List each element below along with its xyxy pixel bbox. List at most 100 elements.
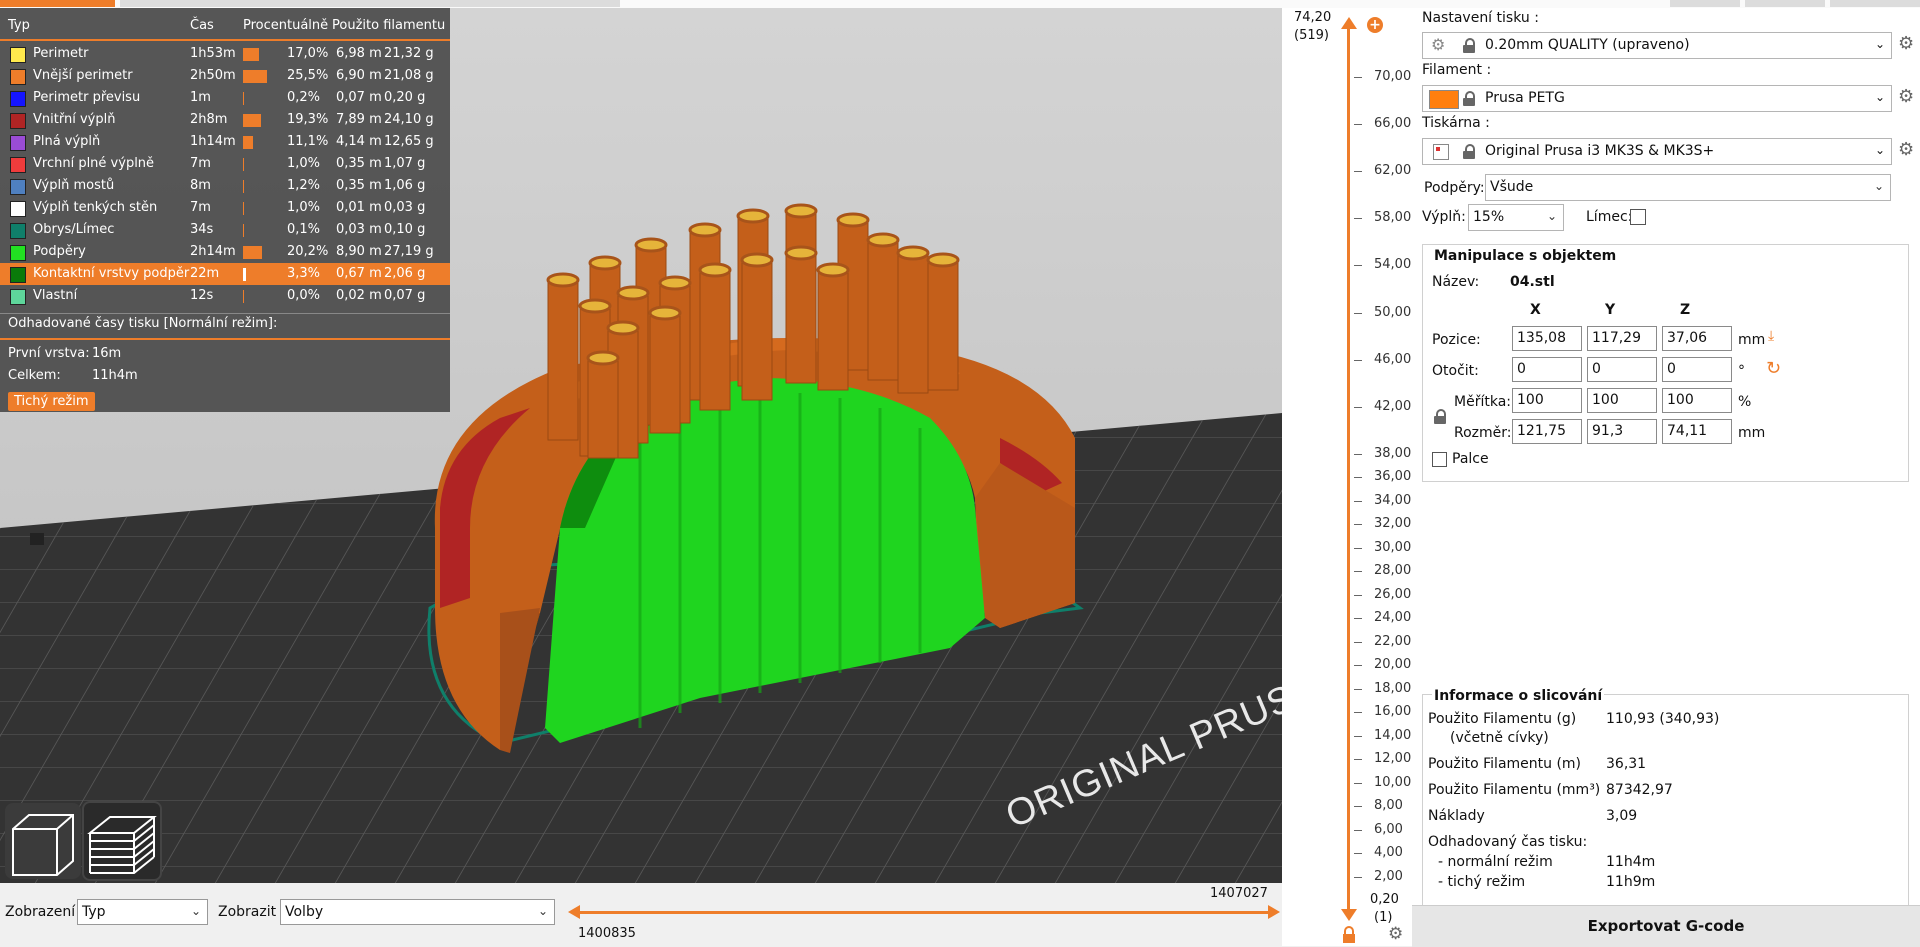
filament-gear-icon[interactable]: ⚙ (1898, 86, 1914, 107)
vslider-tick-label: 36,00 (1374, 469, 1412, 485)
legend-name: Perimetr (33, 46, 89, 61)
view-type-select[interactable]: Typ ⌄ (77, 899, 208, 925)
size-unit: mm (1738, 425, 1766, 441)
vslider-tick-mark (1354, 406, 1362, 408)
legend-row[interactable]: Vnější perimetr 2h50m 25,5% 6,90 m 21,08 g (0, 65, 450, 87)
legend-row[interactable]: Výplň mostů 8m 1,2% 0,35 m 1,06 g (0, 175, 450, 197)
legend-row[interactable]: Perimetr převisu 1m 0,2% 0,07 m 0,20 g (0, 87, 450, 109)
tab-right-3[interactable] (1830, 0, 1920, 7)
legend-name: Obrys/Límec (33, 222, 115, 237)
tab-right-2[interactable] (1745, 0, 1825, 7)
rotate-y-input[interactable]: 0 (1587, 357, 1657, 382)
scale-z-input[interactable]: 100 (1662, 388, 1732, 413)
position-x-input[interactable]: 135,08 (1512, 326, 1582, 351)
slider-right-handle[interactable] (1266, 904, 1282, 920)
first-layer-value: 16m (92, 346, 122, 361)
filament-color-swatch[interactable] (1429, 90, 1459, 109)
vslider-tick-mark (1354, 806, 1362, 808)
layer-view-button[interactable] (82, 801, 162, 881)
active-tab-indicator[interactable] (0, 0, 115, 7)
rotate-z-input[interactable]: 0 (1662, 357, 1732, 382)
sidebar-panel: Nastavení tisku : ⚙ 0.20mm QUALITY (upra… (1412, 8, 1920, 946)
legend-name: Výplň mostů (33, 178, 115, 193)
chevron-down-icon: ⌄ (1874, 37, 1885, 51)
scale-y-input[interactable]: 100 (1587, 388, 1657, 413)
legend-time: 1h53m (190, 46, 236, 61)
supports-select[interactable]: Všude ⌄ (1485, 174, 1891, 201)
legend-row[interactable]: Perimetr 1h53m 17,0% 6,98 m 21,32 g (0, 43, 450, 65)
vslider-track[interactable] (1347, 22, 1350, 917)
horizontal-slider-track[interactable] (576, 911, 1272, 914)
legend-row[interactable]: Podpěry 2h14m 20,2% 8,90 m 27,19 g (0, 241, 450, 263)
manipulation-title: Manipulace s objektem (1434, 248, 1617, 264)
legend-length: 0,01 m (336, 200, 382, 215)
legend-length: 7,89 m (336, 112, 382, 127)
filament-select[interactable]: Prusa PETG ⌄ (1422, 85, 1892, 112)
vslider-tick-label: 38,00 (1374, 445, 1412, 461)
bottom-toolbar: Zobrazení Typ ⌄ Zobrazit Volby ⌄ 1407027… (0, 883, 1282, 946)
reset-rotation-icon[interactable]: ↻ (1766, 358, 1781, 379)
tab-right-1[interactable] (1670, 0, 1740, 7)
slider-left-handle[interactable] (566, 904, 582, 920)
tab-preview[interactable] (120, 0, 620, 7)
add-color-change-icon[interactable]: + (1367, 17, 1383, 33)
vslider-tick-mark (1354, 688, 1362, 690)
legend-header-percent: Procentuálně (243, 18, 329, 33)
size-y-input[interactable]: 91,3 (1587, 419, 1657, 444)
legend-percent-bar (243, 70, 267, 83)
rotate-x-input[interactable]: 0 (1512, 357, 1582, 382)
vslider-tick-mark (1354, 641, 1362, 643)
legend-percent-bar (243, 180, 245, 193)
vertical-layer-slider[interactable]: 74,20 (519) + 70,00 66,00 62,00 58,00 54,00 5… (1282, 8, 1412, 946)
vslider-tick-label: 24,00 (1374, 610, 1412, 626)
legend-row[interactable]: Kontaktní vrstvy podpěr 22m 3,3% 0,67 m 2,06… (0, 263, 450, 285)
legend-name: Vnitřní výplň (33, 112, 116, 127)
printer-gear-icon[interactable]: ⚙ (1898, 139, 1914, 160)
settings-gear-icon[interactable]: ⚙ (1388, 924, 1403, 944)
size-x-input[interactable]: 121,75 (1512, 419, 1582, 444)
legend-weight: 0,03 g (384, 200, 426, 215)
3d-view-button[interactable] (5, 803, 81, 879)
brim-checkbox[interactable] (1630, 209, 1646, 225)
vslider-tick-label: 34,00 (1374, 492, 1412, 508)
legend-percent-bar (243, 224, 244, 237)
vslider-tick-label: 32,00 (1374, 516, 1412, 532)
lock-icon[interactable] (1340, 926, 1358, 944)
position-z-input[interactable]: 37,06 (1662, 326, 1732, 351)
legend-row[interactable]: Plná výplň 1h14m 11,1% 4,14 m 12,65 g (0, 131, 450, 153)
legend-color-swatch (10, 179, 26, 195)
show-options-select[interactable]: Volby ⌄ (280, 899, 555, 925)
printer-value: Original Prusa i3 MK3S & MK3S+ (1485, 143, 1715, 159)
vslider-top-handle[interactable] (1340, 16, 1358, 30)
chevron-down-icon: ⌄ (1873, 179, 1884, 193)
legend-row[interactable]: Vrchní plné výplně 7m 1,0% 0,35 m 1,07 g (0, 153, 450, 175)
print-settings-select[interactable]: ⚙ 0.20mm QUALITY (upraveno) ⌄ (1422, 32, 1892, 59)
printer-label: Tiskárna : (1422, 115, 1490, 131)
legend-row[interactable]: Obrys/Límec 34s 0,1% 0,03 m 0,10 g (0, 219, 450, 241)
hslider-left-value: 1400835 (578, 926, 636, 941)
printer-select[interactable]: Original Prusa i3 MK3S & MK3S+ ⌄ (1422, 138, 1892, 165)
scale-x-input[interactable]: 100 (1512, 388, 1582, 413)
legend-divider (0, 338, 450, 340)
legend-row[interactable]: Vlastní 12s 0,0% 0,02 m 0,07 g (0, 285, 450, 307)
position-y-input[interactable]: 117,29 (1587, 326, 1657, 351)
scale-lock-icon[interactable] (1434, 409, 1446, 424)
legend-row[interactable]: Výplň tenkých stěn 7m 1,0% 0,01 m 0,03 g (0, 197, 450, 219)
drop-to-bed-icon[interactable]: ⤓ (1768, 328, 1774, 344)
vslider-bottom-handle[interactable] (1340, 908, 1358, 922)
object-name-value: 04.stl (1510, 274, 1555, 290)
legend-row[interactable]: Vnitřní výplň 2h8m 19,3% 7,89 m 24,10 g (0, 109, 450, 131)
size-z-input[interactable]: 74,11 (1662, 419, 1732, 444)
print-settings-gear-icon[interactable]: ⚙ (1898, 33, 1914, 54)
vslider-tick-mark (1354, 547, 1362, 549)
inches-checkbox[interactable] (1432, 452, 1447, 467)
lock-icon (1463, 91, 1475, 106)
cost-label: Náklady (1428, 808, 1485, 824)
export-gcode-button[interactable]: Exportovat G-code (1412, 905, 1920, 947)
printer-icon (1433, 144, 1449, 160)
quiet-mode-button[interactable]: Tichý režim (8, 392, 95, 411)
filament-m-label: Použito Filamentu (m) (1428, 756, 1582, 772)
infill-select[interactable]: 15% ⌄ (1468, 204, 1564, 231)
vslider-tick-mark (1354, 477, 1362, 479)
infill-value: 15% (1473, 209, 1505, 225)
